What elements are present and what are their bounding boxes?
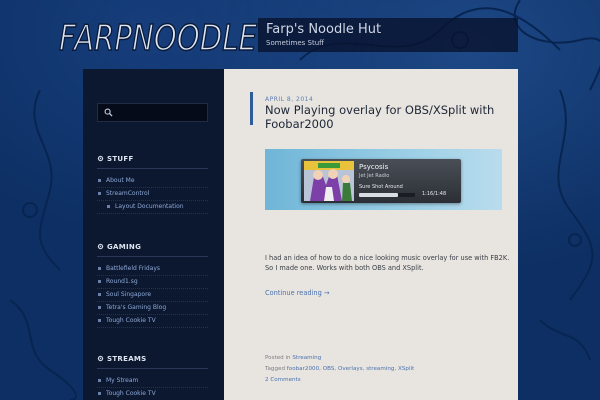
widget-title-text: STREAMS xyxy=(107,355,147,363)
post-tags-meta: Tagged foobar2000, OBS, Overlays, stream… xyxy=(265,366,415,372)
widget-title: STREAMS xyxy=(97,354,208,368)
sidebar-item-soul-singapore[interactable]: Soul Singapore xyxy=(97,289,208,302)
site-logo[interactable]: FARPNOODLE xyxy=(56,6,262,68)
widget-title-text: STUFF xyxy=(107,155,134,163)
site-description: Sometimes Stuff xyxy=(266,39,324,47)
sidebar-item-about-me[interactable]: About Me xyxy=(97,175,208,188)
post-category-meta: Posted in Streaming xyxy=(265,355,321,361)
sidebar-item-label: Tough Cookie TV xyxy=(106,317,156,324)
sidebar-item-label: Round1.sg xyxy=(106,278,138,285)
sidebar-item-label: Tough Cookie TV xyxy=(106,390,156,397)
bullet xyxy=(98,293,101,296)
bullet xyxy=(98,392,101,395)
post-accent-bar xyxy=(250,92,253,125)
widget-list: Battlefield Fridays Round1.sg Soul Singa… xyxy=(97,263,208,328)
track-progress-bar xyxy=(359,193,415,197)
site-header: Farp's Noodle Hut Sometimes Stuff xyxy=(258,18,518,52)
bullet xyxy=(107,205,110,208)
album-art-image xyxy=(304,161,354,201)
tag-link[interactable]: foobar2000 xyxy=(287,366,319,372)
divider xyxy=(97,168,208,169)
gear-icon xyxy=(97,155,104,162)
search-box[interactable] xyxy=(97,103,208,122)
tag-link[interactable]: XSplit xyxy=(398,366,414,372)
track-title: Psycosis xyxy=(359,163,389,171)
comments-link[interactable]: 2 Comments xyxy=(265,377,301,383)
sidebar: STUFF About Me StreamControl Layout Docu… xyxy=(83,69,224,400)
category-link[interactable]: Streaming xyxy=(292,355,321,361)
logo-text: FARPNOODLE xyxy=(59,18,257,59)
tag-link[interactable]: streaming xyxy=(366,366,394,372)
widget-stuff: STUFF About Me StreamControl Layout Docu… xyxy=(97,154,208,214)
posted-in-label: Posted in xyxy=(265,355,291,361)
track-time: 1:16/1:48 xyxy=(422,191,447,197)
gear-icon xyxy=(97,243,104,250)
widget-title: GAMING xyxy=(97,242,208,256)
sidebar-item-round1[interactable]: Round1.sg xyxy=(97,276,208,289)
bullet xyxy=(98,379,101,382)
post-featured-image[interactable]: Psycosis Jet Jet Radio Sure Shot Around … xyxy=(265,149,502,210)
tag-link[interactable]: OBS xyxy=(323,366,335,372)
bullet xyxy=(98,319,101,322)
sidebar-item-tetras-gaming-blog[interactable]: Tetra's Gaming Blog xyxy=(97,302,208,315)
search-icon xyxy=(104,108,113,117)
sidebar-item-label: Soul Singapore xyxy=(106,291,152,298)
widget-title: STUFF xyxy=(97,154,208,168)
widget-gaming: GAMING Battlefield Fridays Round1.sg Sou… xyxy=(97,242,208,328)
track-progress-fill xyxy=(359,193,399,197)
sidebar-item-layout-documentation[interactable]: Layout Documentation xyxy=(97,201,208,214)
bullet xyxy=(98,306,101,309)
search-input[interactable] xyxy=(116,106,206,120)
widget-title-text: GAMING xyxy=(107,243,142,251)
main-content: APRIL 8, 2014 Now Playing overlay for OB… xyxy=(224,69,518,400)
sidebar-item-tough-cookie-tv[interactable]: Tough Cookie TV xyxy=(97,315,208,328)
post-comments-meta: 2 Comments xyxy=(265,377,301,383)
site-title[interactable]: Farp's Noodle Hut xyxy=(266,22,381,37)
post-title[interactable]: Now Playing overlay for OBS/XSplit with … xyxy=(265,103,510,131)
post-date[interactable]: APRIL 8, 2014 xyxy=(265,96,313,103)
now-playing-panel: Psycosis Jet Jet Radio Sure Shot Around … xyxy=(301,159,461,203)
bullet xyxy=(98,192,101,195)
track-artist: Jet Jet Radio xyxy=(359,173,390,179)
sidebar-item-label: Layout Documentation xyxy=(115,203,184,210)
bullet xyxy=(98,267,101,270)
post-body: I had an idea of how to do a nice lookin… xyxy=(265,254,510,272)
bullet xyxy=(98,179,101,182)
bullet xyxy=(98,280,101,283)
sidebar-item-label: My Stream xyxy=(106,377,139,384)
sidebar-item-label: StreamControl xyxy=(106,190,150,197)
tag-link[interactable]: Overlays xyxy=(338,366,363,372)
widget-list: My Stream Tough Cookie TV xyxy=(97,375,208,400)
track-album: Sure Shot Around xyxy=(359,184,403,190)
gear-icon xyxy=(97,355,104,362)
sidebar-item-label: Tetra's Gaming Blog xyxy=(106,304,167,311)
tagged-label: Tagged xyxy=(265,366,286,372)
sidebar-item-battlefield-fridays[interactable]: Battlefield Fridays xyxy=(97,263,208,276)
sidebar-item-tough-cookie-tv-stream[interactable]: Tough Cookie TV xyxy=(97,388,208,400)
widget-list: About Me StreamControl Layout Documentat… xyxy=(97,175,208,214)
divider xyxy=(97,256,208,257)
widget-streams: STREAMS My Stream Tough Cookie TV xyxy=(97,354,208,400)
sidebar-item-label: Battlefield Fridays xyxy=(106,265,161,272)
divider xyxy=(97,368,208,369)
continue-reading-link[interactable]: Continue reading → xyxy=(265,289,329,297)
sidebar-item-label: About Me xyxy=(106,177,135,184)
sidebar-item-streamcontrol[interactable]: StreamControl xyxy=(97,188,208,201)
sidebar-item-my-stream[interactable]: My Stream xyxy=(97,375,208,388)
